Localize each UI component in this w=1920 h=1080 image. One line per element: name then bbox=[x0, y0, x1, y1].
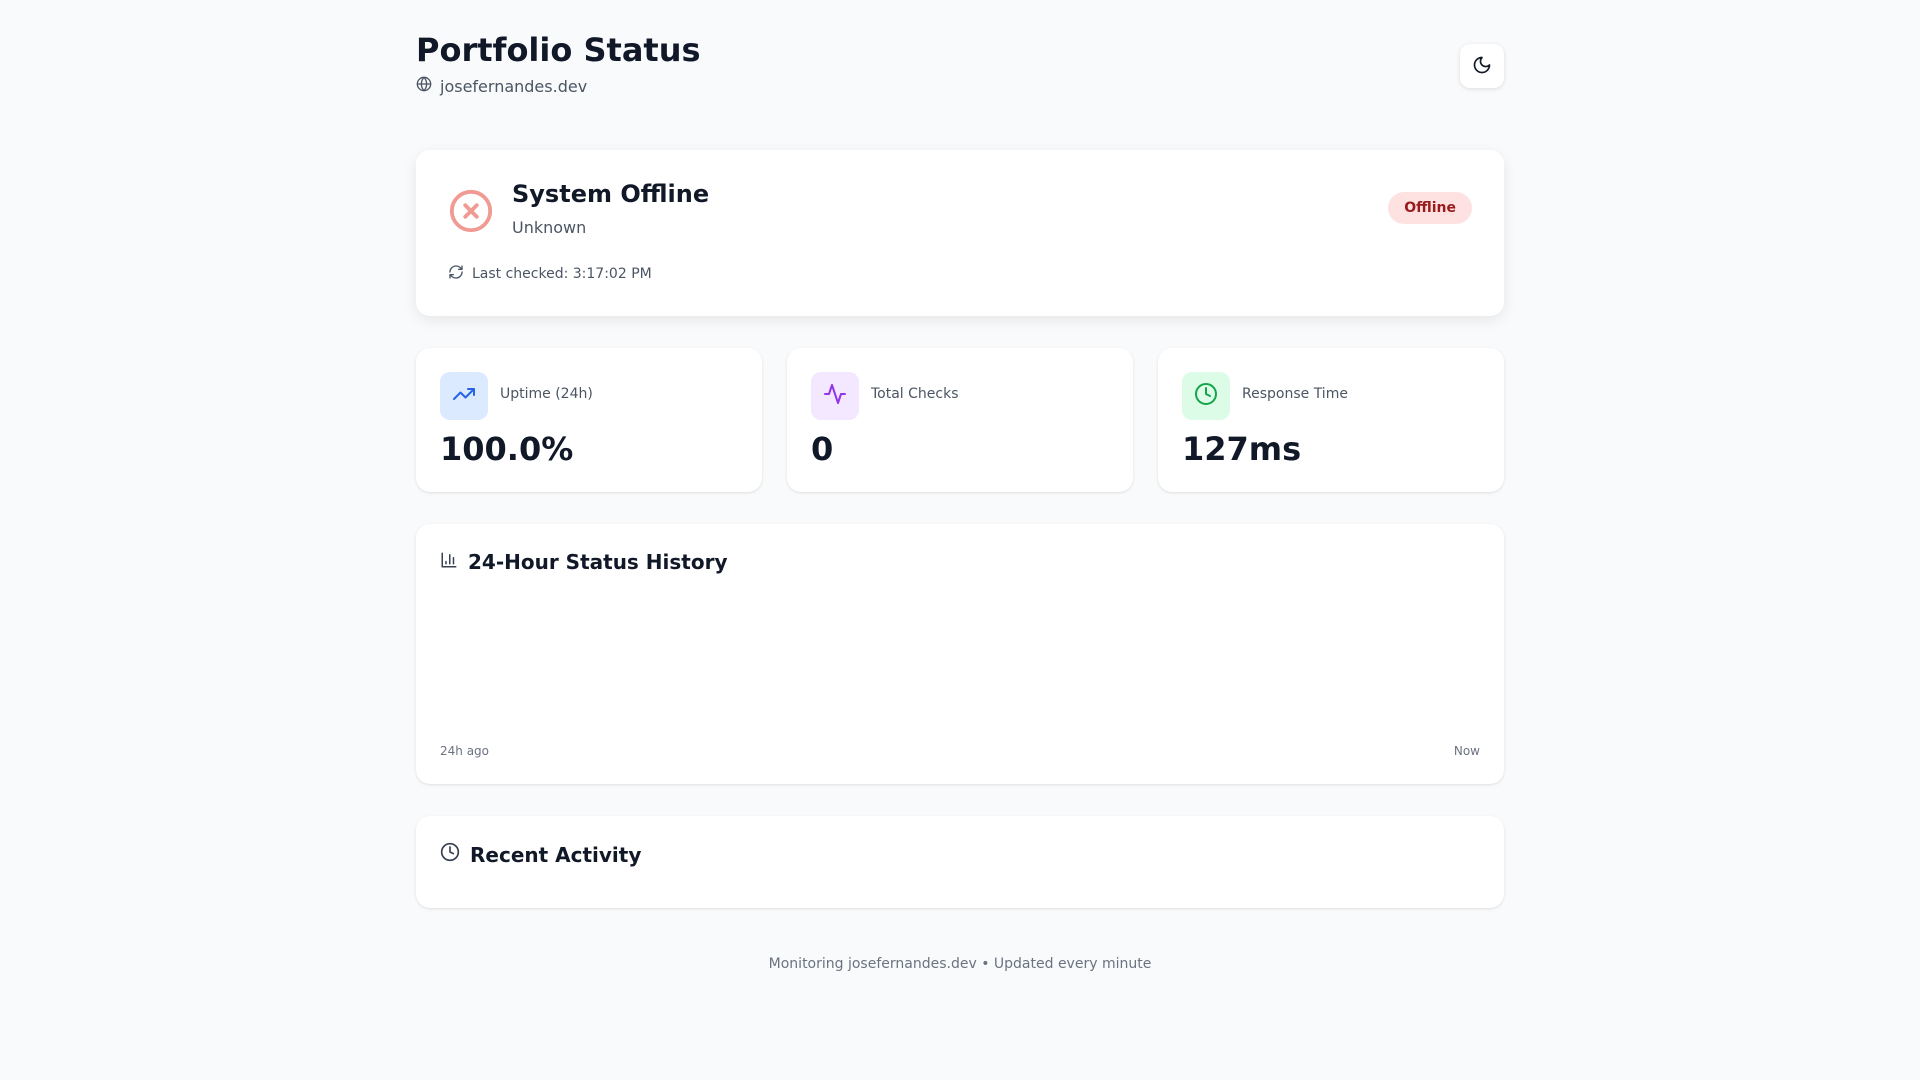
x-circle-icon bbox=[448, 188, 494, 238]
uptime-label: Uptime (24h) bbox=[500, 386, 593, 402]
response-time-stat-card: Response Time 127ms bbox=[1158, 348, 1504, 492]
activity-icon bbox=[823, 382, 847, 410]
response-time-icon-box bbox=[1182, 372, 1230, 420]
moon-icon bbox=[1472, 55, 1492, 78]
clock-icon bbox=[1194, 382, 1218, 410]
response-time-label: Response Time bbox=[1242, 386, 1348, 402]
response-time-value: 127ms bbox=[1182, 430, 1302, 468]
domain-text: josefernandes.dev bbox=[440, 76, 588, 96]
refresh-icon bbox=[448, 264, 464, 284]
total-checks-icon-box bbox=[811, 372, 859, 420]
recent-activity-card: Recent Activity bbox=[416, 816, 1504, 908]
status-title: System Offline bbox=[512, 180, 710, 208]
history-start-label: 24h ago bbox=[440, 744, 490, 758]
recent-activity-header: Recent Activity bbox=[440, 842, 641, 867]
theme-toggle-button[interactable] bbox=[1460, 44, 1504, 88]
status-history-header: 24-Hour Status History bbox=[440, 550, 728, 574]
system-status-card: System Offline Unknown Offline Last chec… bbox=[416, 150, 1504, 316]
uptime-icon-box bbox=[440, 372, 488, 420]
page-container: Portfolio Status josefernandes.dev Syste… bbox=[416, 0, 1504, 972]
page-title: Portfolio Status bbox=[416, 31, 701, 69]
uptime-value: 100.0% bbox=[440, 430, 574, 468]
globe-icon bbox=[416, 76, 432, 96]
total-checks-label: Total Checks bbox=[871, 386, 959, 402]
uptime-stat-card: Uptime (24h) 100.0% bbox=[416, 348, 762, 492]
total-checks-value: 0 bbox=[811, 430, 834, 468]
page-header: Portfolio Status josefernandes.dev bbox=[416, 0, 1504, 120]
domain-row: josefernandes.dev bbox=[416, 76, 587, 96]
trending-up-icon bbox=[452, 382, 476, 410]
status-subtitle: Unknown bbox=[512, 218, 587, 237]
last-checked-text: Last checked: 3:17:02 PM bbox=[472, 266, 652, 282]
footer-text: Monitoring josefernandes.dev • Updated e… bbox=[768, 956, 1152, 972]
history-end-label: Now bbox=[1453, 744, 1480, 758]
status-badge: Offline bbox=[1388, 192, 1472, 224]
clock-icon bbox=[440, 842, 460, 867]
status-history-card: 24-Hour Status History 24h ago Now bbox=[416, 524, 1504, 784]
status-history-title: 24-Hour Status History bbox=[468, 550, 728, 574]
last-checked-row: Last checked: 3:17:02 PM bbox=[448, 264, 652, 284]
recent-activity-title: Recent Activity bbox=[470, 842, 642, 867]
bar-chart-icon bbox=[440, 550, 458, 574]
total-checks-stat-card: Total Checks 0 bbox=[787, 348, 1133, 492]
